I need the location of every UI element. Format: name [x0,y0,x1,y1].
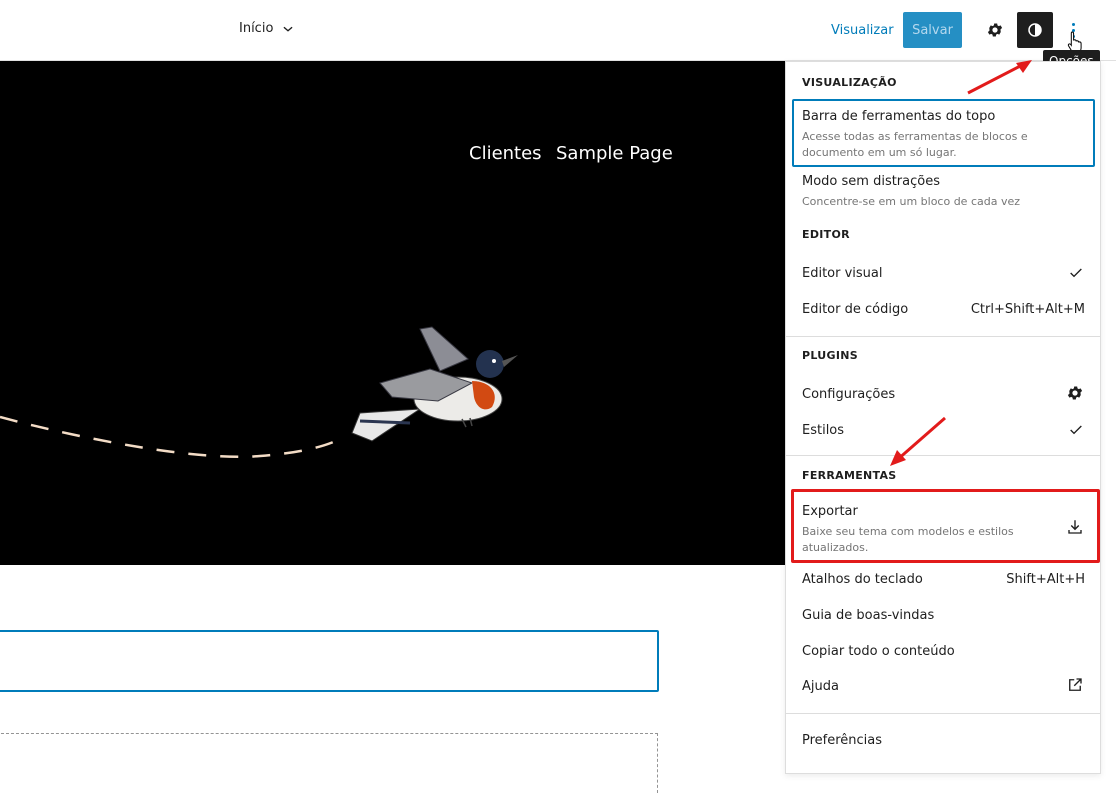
welcome-guide-item[interactable]: Guia de boas-vindas [802,608,934,623]
dot [1071,22,1075,26]
distraction-free-desc: Concentre-se em um bloco de cada vez [802,195,1021,208]
section-title-view: VISUALIZAÇÃO [802,76,897,89]
options-menu: VISUALIZAÇÃO Barra de ferramentas do top… [785,61,1101,774]
nav-link-clientes[interactable]: Clientes [469,143,542,164]
save-button[interactable]: Salvar [903,12,962,48]
styles-button[interactable] [1017,12,1053,48]
top-toolbar-desc: documento em um só lugar. [802,146,957,159]
placeholder-block[interactable] [0,733,658,793]
keyboard-shortcuts-key: Shift+Alt+H [1006,572,1085,587]
paragraph-block[interactable] [0,630,659,692]
divider [786,336,1100,337]
section-title-plugins: PLUGINS [802,349,858,362]
divider [786,455,1100,456]
top-toolbar-label: Barra de ferramentas do topo [802,109,996,124]
help-item[interactable]: Ajuda [802,679,839,694]
settings-button[interactable] [982,17,1008,43]
bird-illustration [0,326,518,459]
section-title-editor: EDITOR [802,228,850,241]
copy-all-item[interactable]: Copiar todo o conteúdo [802,644,955,659]
nav-link-sample-page[interactable]: Sample Page [556,143,673,164]
visual-editor-item[interactable]: Editor visual [802,266,883,281]
check-icon [1070,268,1082,278]
settings-item[interactable]: Configurações [802,387,895,402]
check-icon [1070,425,1082,435]
document-title-label: Início [239,21,274,36]
section-title-tools: FERRAMENTAS [802,469,897,482]
export-item[interactable]: Exportar [802,504,858,519]
hero-block[interactable]: Clientes Sample Page [0,61,785,565]
contrast-icon [1028,23,1042,37]
document-title[interactable]: Início [239,21,295,36]
preferences-item[interactable]: Preferências [802,733,882,748]
download-icon [1068,520,1082,534]
gear-icon [987,23,1003,37]
export-desc: atualizados. [802,541,869,554]
code-editor-shortcut: Ctrl+Shift+Alt+M [970,302,1085,317]
styles-item[interactable]: Estilos [802,423,844,438]
external-link-icon [1069,678,1082,691]
divider [786,713,1100,714]
code-editor-item[interactable]: Editor de código [802,302,908,317]
top-toolbar-desc: Acesse todas as ferramentas de blocos e [802,130,1028,143]
chevron-down-icon [283,26,293,32]
export-desc: Baixe seu tema com modelos e estilos [802,525,1014,538]
preview-button[interactable]: Visualizar [831,23,894,38]
keyboard-shortcuts-item[interactable]: Atalhos do teclado [802,572,923,587]
editor-top-bar: Início Visualizar Salvar [0,0,1116,61]
distraction-free-item[interactable]: Modo sem distrações [802,174,940,189]
gear-icon [1067,386,1083,400]
editor-canvas[interactable]: Clientes Sample Page [0,61,785,793]
